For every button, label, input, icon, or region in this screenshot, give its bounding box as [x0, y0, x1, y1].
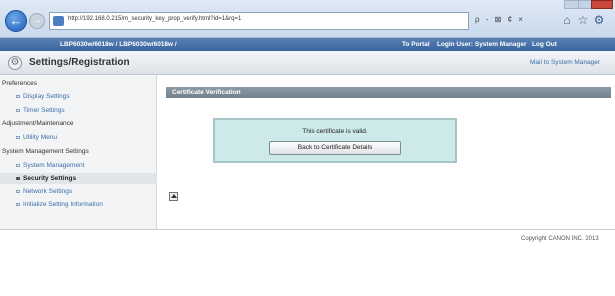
- page-titlebar: ⚙ Settings/Registration Mail to System M…: [0, 51, 615, 75]
- sidebar-item-label: Utility Menu: [23, 134, 57, 141]
- address-tools[interactable]: ρ - ⊠ ¢ ×: [475, 15, 525, 24]
- device-name: LBP6030w/6018w / LBP6030w/6018w /: [60, 41, 177, 48]
- sidebar-item-network-settings[interactable]: Network Settings: [0, 186, 157, 197]
- sidebar-item-timer-settings[interactable]: Timer Settings: [0, 105, 157, 116]
- logout-link[interactable]: Log Out: [532, 41, 557, 48]
- bullet-icon: [16, 164, 20, 167]
- close-window-button[interactable]: [591, 0, 613, 9]
- sidebar-item-system-management[interactable]: System Management: [0, 160, 157, 171]
- settings-gear-icon[interactable]: ⚙: [592, 13, 606, 27]
- sidebar-item-label: System Management: [23, 162, 85, 169]
- sidebar-item-security-settings[interactable]: Security Settings: [0, 173, 157, 184]
- sidebar-item-label: Display Settings: [23, 93, 70, 100]
- browser-toolbar: ← → http://192.168.0.215/m_security_key_…: [0, 0, 615, 38]
- bullet-icon: [16, 109, 20, 112]
- minimize-button[interactable]: [564, 0, 579, 9]
- footer-divider: [0, 229, 615, 230]
- window-controls: [564, 0, 613, 10]
- device-header: LBP6030w/6018w / LBP6030w/6018w / To Por…: [0, 38, 615, 51]
- bullet-icon: [16, 203, 20, 206]
- sidebar-item-display-settings[interactable]: Display Settings: [0, 91, 157, 102]
- sidebar-item-label: Network Settings: [23, 188, 73, 195]
- sidebar-item-utility-menu[interactable]: Utility Menu: [0, 132, 157, 143]
- maximize-button[interactable]: [577, 0, 592, 9]
- header-right: To Portal Login User: System Manager Log…: [402, 41, 557, 48]
- sidebar-item-initialize-setting-information[interactable]: Initialize Setting Information: [0, 199, 157, 210]
- sidebar-item-label: Timer Settings: [23, 107, 65, 114]
- sidebar-nav: Preferences Display Settings Timer Setti…: [0, 75, 157, 229]
- address-url[interactable]: http://192.168.0.215/m_security_key_prop…: [68, 16, 241, 22]
- home-icon[interactable]: ⌂: [560, 13, 574, 27]
- page-title: Settings/Registration: [29, 57, 130, 68]
- settings-gear-icon: ⚙: [8, 56, 22, 70]
- sidebar-category-adjustment-maintenance: Adjustment/Maintenance: [2, 120, 74, 127]
- copyright-text: Copyright CANON INC. 2013: [521, 236, 599, 242]
- back-to-top-icon[interactable]: [169, 192, 178, 201]
- validity-message: This certificate is valid.: [302, 128, 368, 135]
- bullet-icon: [16, 95, 20, 98]
- favorites-star-icon[interactable]: ☆: [576, 13, 590, 27]
- section-header: Certificate Verification: [166, 87, 611, 98]
- sidebar-category-preferences: Preferences: [2, 80, 38, 87]
- to-portal-link[interactable]: To Portal: [402, 41, 430, 48]
- back-arrow-icon[interactable]: ←: [5, 10, 27, 32]
- bullet-icon: [16, 177, 20, 180]
- bullet-icon: [16, 190, 20, 193]
- sidebar-item-label: Security Settings: [23, 175, 77, 182]
- sidebar-category-system-management-settings: System Management Settings: [2, 148, 89, 155]
- browser-window: ← → http://192.168.0.215/m_security_key_…: [0, 0, 615, 296]
- login-user-label: Login User: System Manager: [436, 41, 527, 48]
- sidebar-item-label: Initialize Setting Information: [23, 201, 103, 208]
- result-message-box: This certificate is valid. Back to Certi…: [213, 118, 457, 163]
- address-bar[interactable]: http://192.168.0.215/m_security_key_prop…: [49, 12, 469, 30]
- section-title: Certificate Verification: [172, 89, 241, 96]
- back-to-certificate-details-button[interactable]: Back to Certificate Details: [269, 141, 401, 155]
- forward-arrow-icon[interactable]: →: [29, 13, 45, 29]
- mail-to-system-manager-link[interactable]: Mail to System Manager: [530, 59, 600, 66]
- page-favicon-icon: [53, 16, 64, 26]
- bullet-icon: [16, 136, 20, 139]
